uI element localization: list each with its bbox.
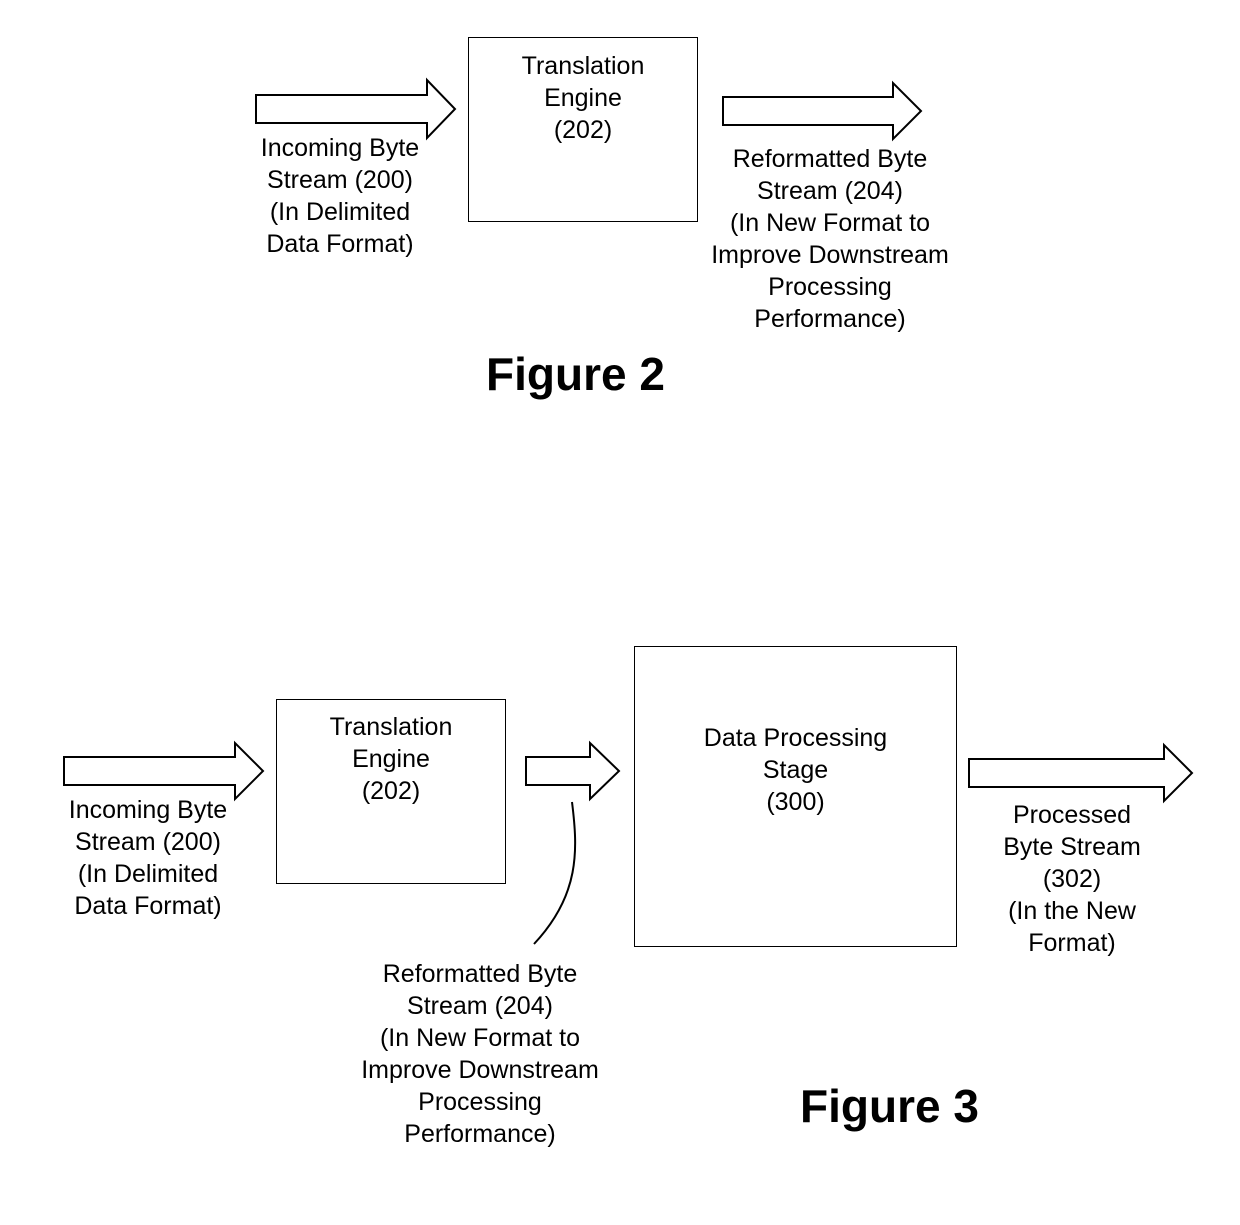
fig2-title: Figure 2 [486, 348, 665, 400]
fig3-incoming-arrow-icon [63, 740, 265, 802]
fig3-translation-engine-box: Translation Engine (202) [276, 699, 506, 884]
fig3-leader-line [533, 801, 577, 945]
fig3-incoming-stream-label: Incoming Byte Stream (200) (In Delimited… [68, 796, 228, 920]
fig3-translation-engine-label: Translation Engine (202) [329, 713, 453, 805]
fig3-data-processing-stage-label: Data Processing Stage (300) [703, 724, 888, 816]
fig2-incoming-arrow-icon [255, 77, 457, 141]
fig2-reformatted-stream-label: Reformatted Byte Stream (204) (In New Fo… [711, 145, 949, 333]
fig3-outgoing-arrow-icon [968, 742, 1194, 804]
fig3-middle-arrow-icon [525, 740, 621, 802]
fig2-outgoing-arrow-icon [722, 80, 923, 142]
fig2-incoming-stream-label: Incoming Byte Stream (200) (In Delimited… [260, 134, 420, 258]
fig2-translation-engine-label: Translation Engine (202) [521, 52, 645, 144]
fig3-title: Figure 3 [800, 1080, 979, 1132]
fig3-processed-stream-label: Processed Byte Stream (302) (In the New … [1003, 801, 1141, 957]
fig3-reformatted-stream-label: Reformatted Byte Stream (204) (In New Fo… [361, 960, 599, 1148]
fig3-data-processing-stage-box: Data Processing Stage (300) [634, 646, 957, 947]
fig2-translation-engine-box: Translation Engine (202) [468, 37, 698, 222]
